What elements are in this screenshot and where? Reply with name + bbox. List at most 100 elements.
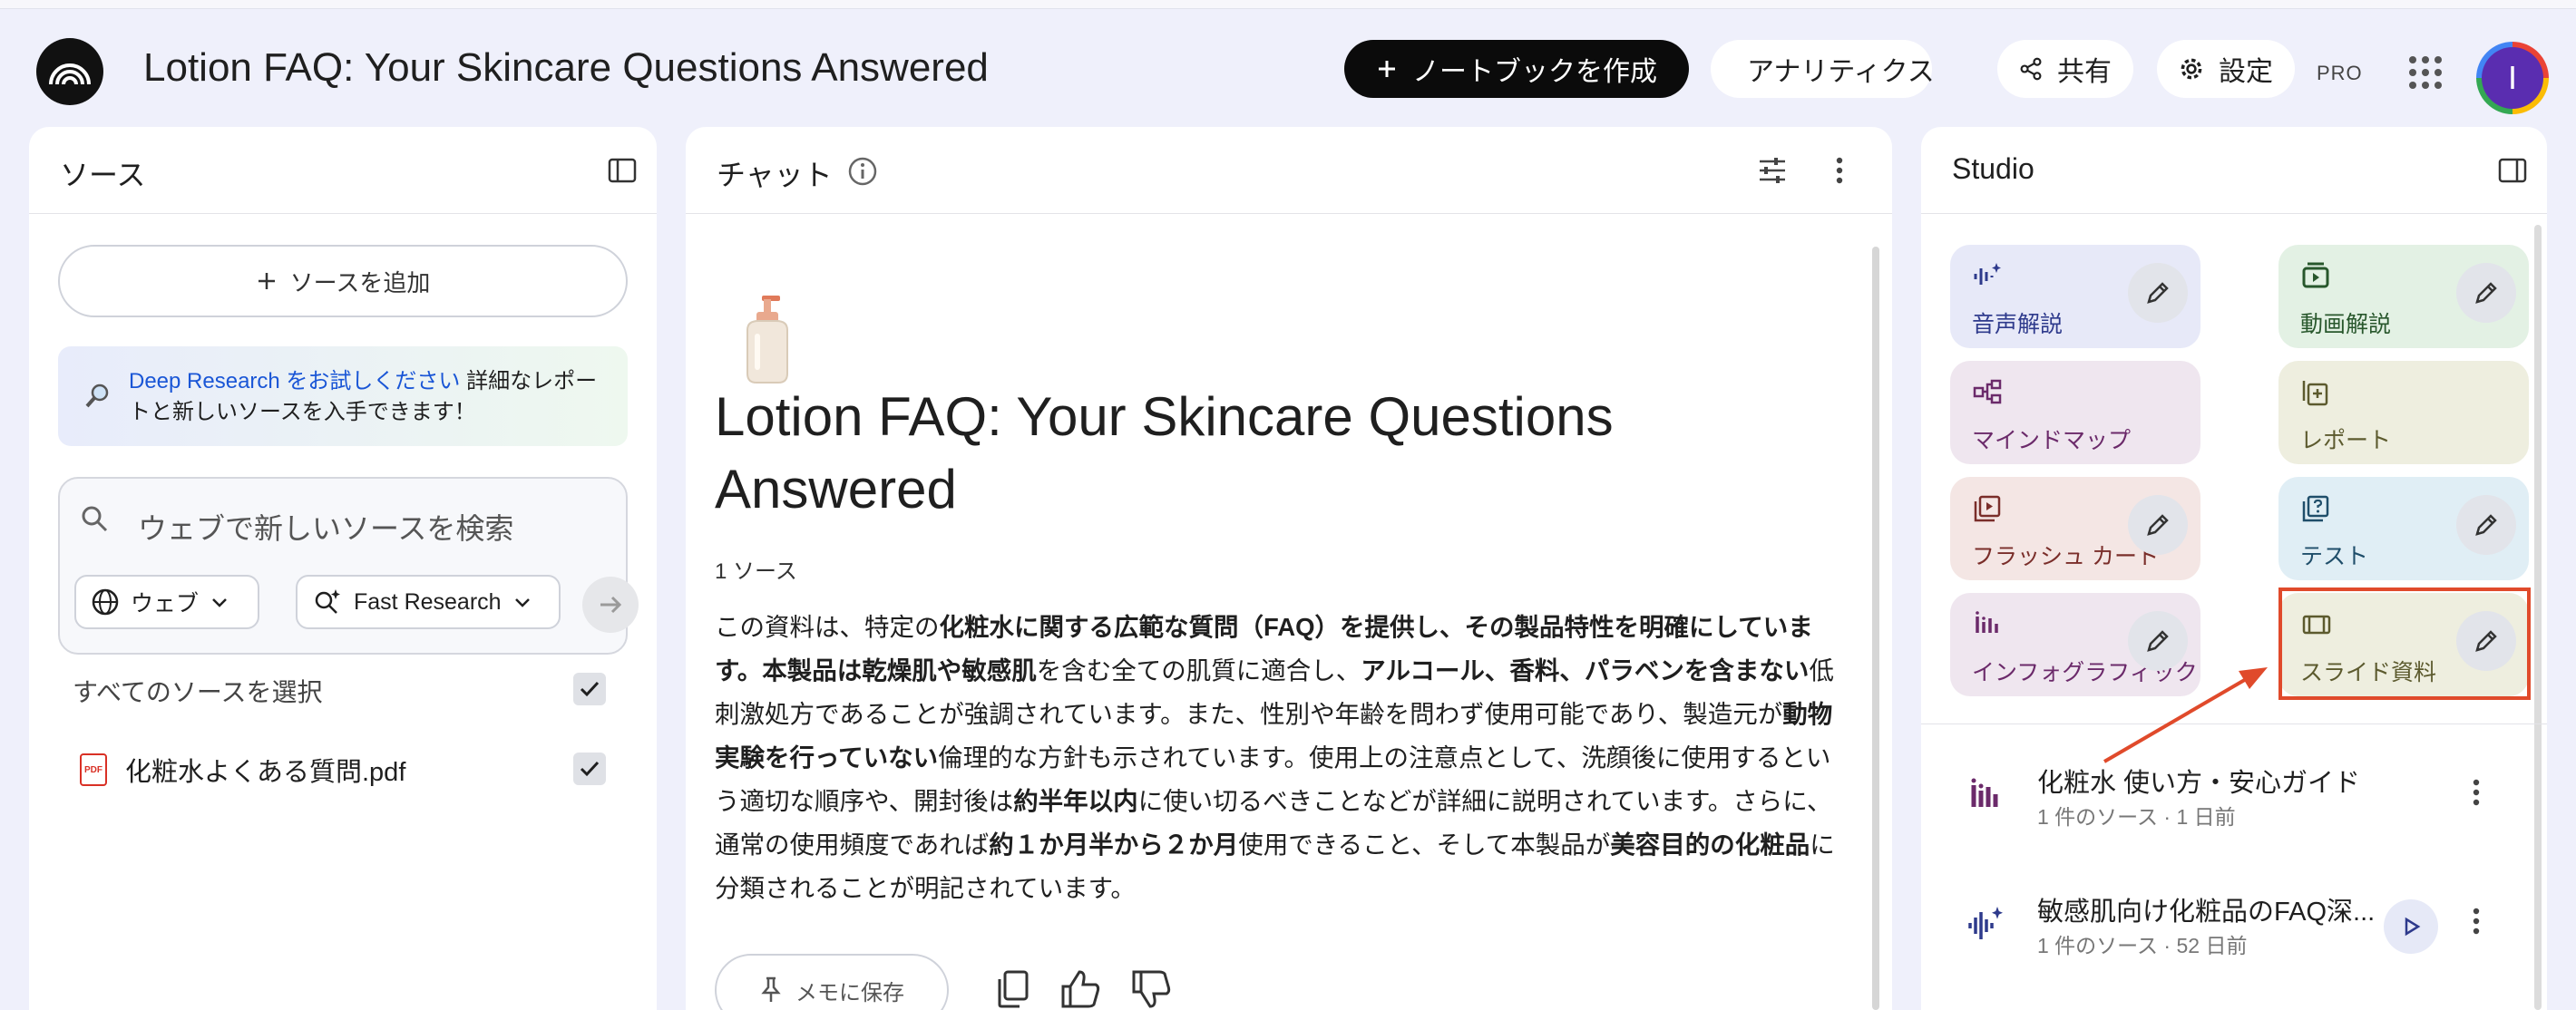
quiz-icon <box>2302 495 2329 522</box>
studio-panel: Studio 音声解説 動画解説 マインドマップ レポート フラッシュ カード … <box>1921 127 2547 1010</box>
chevron-down-icon <box>212 598 227 607</box>
flashcards-edit-button[interactable] <box>2128 495 2188 555</box>
video-edit-button[interactable] <box>2456 263 2516 323</box>
mind-map-label: マインドマップ <box>1972 428 2132 453</box>
video-overview-tile[interactable]: 動画解説 <box>2278 245 2529 348</box>
tune-icon[interactable] <box>1756 154 1789 187</box>
search-icon <box>82 506 108 532</box>
lotion-bottle-icon <box>746 296 788 384</box>
settings-label: 設定 <box>2219 57 2273 87</box>
analytics-label: アナリティクス <box>1747 57 1935 87</box>
info-icon[interactable] <box>847 156 878 187</box>
quiz-edit-button[interactable] <box>2456 495 2516 555</box>
thumbs-down-icon[interactable] <box>1130 968 1172 1010</box>
source-file-name: 化粧水よくある質問.pdf <box>125 758 406 787</box>
flashcards-icon <box>1974 495 2001 522</box>
mind-map-tile[interactable]: マインドマップ <box>1950 361 2200 464</box>
infographic-edit-button[interactable] <box>2128 611 2188 671</box>
check-icon <box>580 681 600 697</box>
more-vert-icon[interactable] <box>1832 154 1847 187</box>
gear-icon <box>2181 58 2202 80</box>
share-icon <box>2020 57 2042 81</box>
slide-deck-highlight-box <box>2278 588 2531 700</box>
sources-header: ソース <box>29 127 657 214</box>
output-meta: 1 件のソース · 1 日前 <box>2037 805 2236 829</box>
video-icon <box>2302 262 2329 288</box>
check-icon <box>580 761 600 777</box>
sources-title: ソース <box>60 159 146 191</box>
infographic-icon <box>1976 611 1998 633</box>
infographic-tile[interactable]: インフォグラフィック <box>1950 593 2200 696</box>
deep-research-link[interactable]: Deep Research をお試しください <box>129 369 460 393</box>
chat-scrollbar[interactable] <box>1872 247 1879 1010</box>
notebook-title[interactable]: Lotion FAQ: Your Skincare Questions Answ… <box>143 45 989 91</box>
collapse-panel-icon[interactable] <box>608 156 637 185</box>
save-to-note-button[interactable]: メモに保存 <box>715 954 949 1010</box>
more-vert-icon[interactable] <box>2469 905 2483 937</box>
play-icon <box>2405 917 2421 937</box>
account-avatar[interactable]: I <box>2476 42 2549 114</box>
flashcards-tile[interactable]: フラッシュ カード <box>1950 477 2200 580</box>
audio-wave-icon <box>1974 263 2001 285</box>
pencil-icon <box>2147 282 2169 304</box>
search-input[interactable]: ウェブで新しいソースを検索 <box>138 506 513 548</box>
settings-button[interactable]: 設定 <box>2157 40 2295 98</box>
collapse-panel-icon[interactable] <box>2498 156 2527 185</box>
globe-icon <box>92 588 119 616</box>
create-notebook-label: ノートブックを作成 <box>1412 57 1657 87</box>
mind-map-icon <box>1973 379 2002 404</box>
source-count: 1 ソース <box>715 559 797 584</box>
audio-overview-tile[interactable]: 音声解説 <box>1950 245 2200 348</box>
select-all-label: すべてのソースを選択 <box>73 678 323 706</box>
play-button[interactable] <box>2384 899 2438 954</box>
summary-text: を含む全ての肌質に適合し、 <box>1036 656 1361 685</box>
studio-output-item[interactable]: 敏感肌向け化粧品のFAQ深... 1 件のソース · 52 日前 <box>1921 869 2547 977</box>
audio-overview-label: 音声解説 <box>1972 312 2064 337</box>
audio-wave-icon <box>1968 907 2003 939</box>
sources-panel: ソース ソースを追加 Deep Research をお試しください 詳細なレポー… <box>29 127 657 1010</box>
submit-search-button[interactable] <box>582 577 639 633</box>
report-label: レポート <box>2300 428 2392 453</box>
summary-emphasis: 美容目的の化粧品 <box>1610 830 1810 859</box>
avatar-initial: I <box>2482 47 2543 109</box>
quiz-tile[interactable]: テスト <box>2278 477 2529 580</box>
more-vert-icon[interactable] <box>2469 776 2483 809</box>
research-mode-dropdown[interactable]: Fast Research <box>296 575 561 629</box>
pencil-icon <box>2147 630 2169 652</box>
select-all-checkbox[interactable] <box>573 673 606 705</box>
studio-output-item[interactable]: 化粧水 使い方・安心ガイド 1 件のソース · 1 日前 <box>1921 740 2547 849</box>
save-to-note-label: メモに保存 <box>795 980 904 1005</box>
analytics-button[interactable]: アナリティクス <box>1711 40 1935 98</box>
summary-text: 使用できること、そして本製品が <box>1238 830 1611 859</box>
pin-icon <box>761 976 781 1002</box>
window-top-edge <box>0 0 2576 9</box>
apps-grid-icon[interactable] <box>2409 56 2442 89</box>
pencil-icon <box>2475 282 2497 304</box>
studio-title: Studio <box>1952 152 2034 185</box>
source-file-checkbox[interactable] <box>573 753 606 785</box>
pro-badge: PRO <box>2317 62 2363 84</box>
web-source-search[interactable]: ウェブで新しいソースを検索 ウェブ Fast Research <box>58 477 639 655</box>
sparkle-search-icon <box>315 589 340 614</box>
thumbs-up-icon[interactable] <box>1059 968 1101 1010</box>
web-source-dropdown[interactable]: ウェブ <box>74 575 259 629</box>
logo-icon <box>49 63 91 85</box>
pdf-icon: PDF <box>80 753 107 786</box>
add-source-button[interactable]: ソースを追加 <box>58 245 628 317</box>
share-button[interactable]: 共有 <box>1997 40 2133 98</box>
create-notebook-button[interactable]: ノートブックを作成 <box>1344 40 1689 98</box>
chat-panel: チャット Lotion FAQ: Your Skincare Questions… <box>686 127 1892 1010</box>
copy-icon[interactable] <box>996 968 1032 1010</box>
report-tile[interactable]: レポート <box>2278 361 2529 464</box>
quiz-label: テスト <box>2300 544 2369 569</box>
infographic-icon <box>1971 778 1998 807</box>
share-label: 共有 <box>2057 57 2112 87</box>
audio-edit-button[interactable] <box>2128 263 2188 323</box>
summary-text: この資料は、特定の <box>715 613 940 641</box>
source-file-item[interactable]: PDF 化粧水よくある質問.pdf <box>80 751 405 789</box>
deep-research-banner[interactable]: Deep Research をお試しください 詳細なレポー トと新しいソースを入… <box>58 346 628 446</box>
notebook-summary: この資料は、特定の化粧水に関する広範な質問（FAQ）を提供し、その製品特性を明確… <box>715 606 1839 910</box>
magnifier-icon <box>85 384 109 408</box>
video-overview-label: 動画解説 <box>2300 312 2392 337</box>
notebooklm-logo[interactable] <box>36 38 103 105</box>
